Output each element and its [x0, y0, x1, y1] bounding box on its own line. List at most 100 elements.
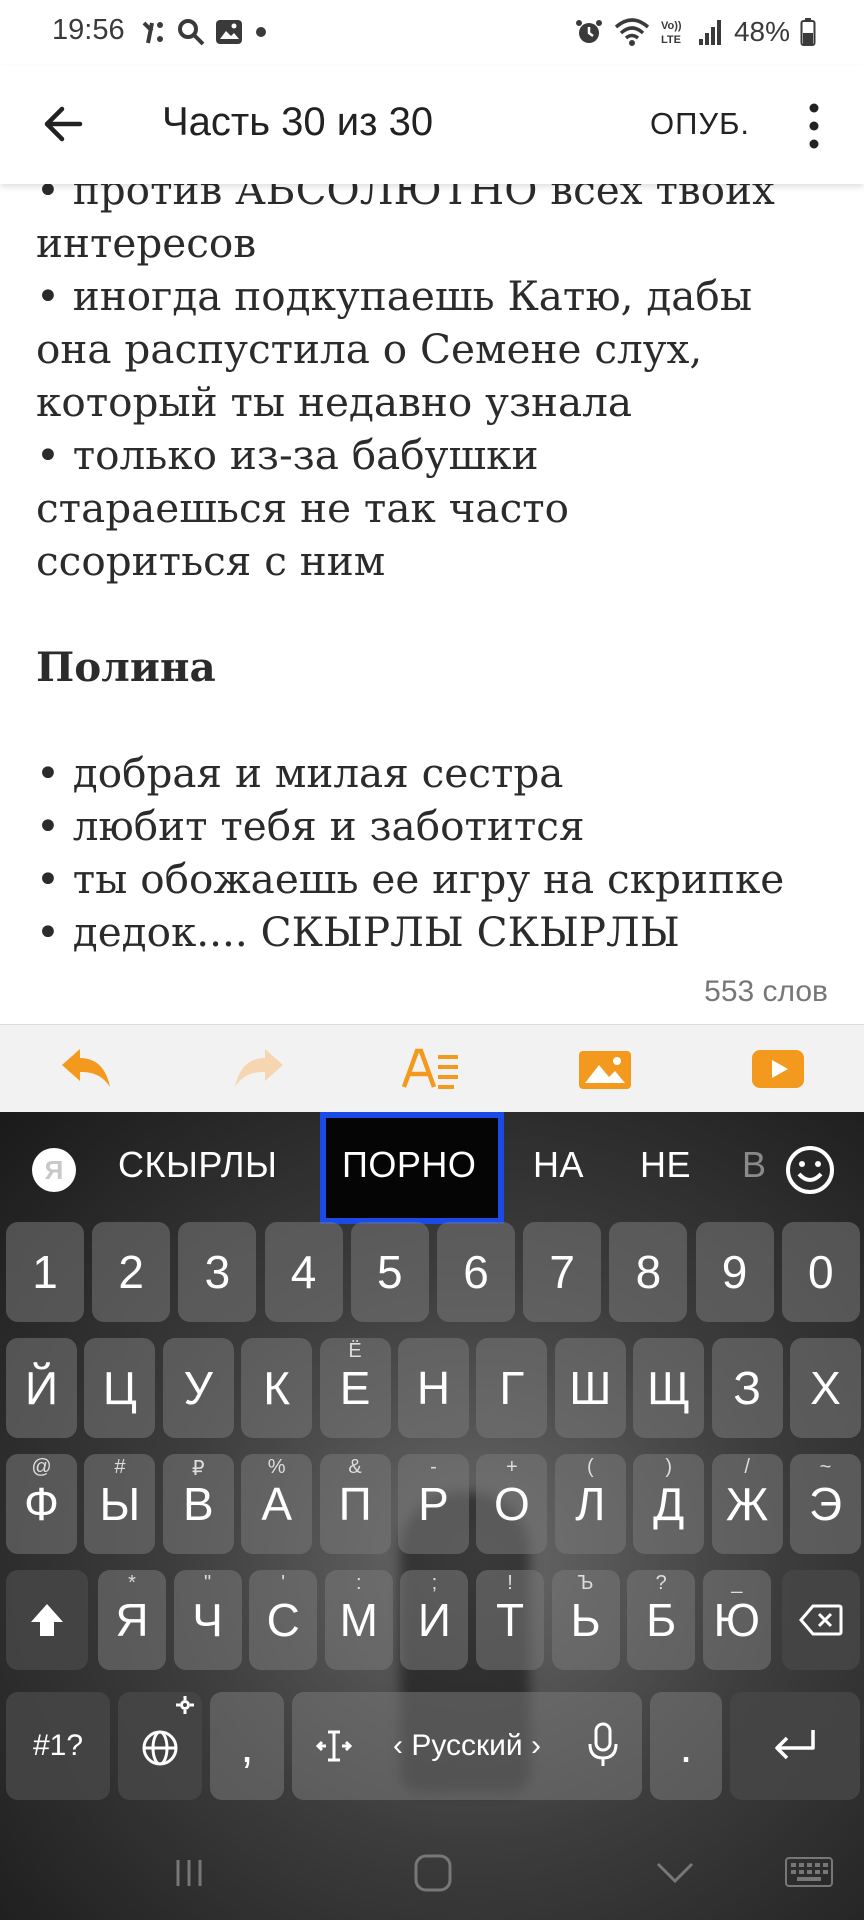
letter-key[interactable]: У: [162, 1338, 234, 1438]
text-format-button[interactable]: [346, 1025, 519, 1112]
text-line[interactable]: • ты обожаешь ее игру на скрипке: [36, 853, 784, 906]
key-6[interactable]: 6: [437, 1222, 515, 1322]
text-line[interactable]: • иногда подкупаешь Катю, дабы: [36, 270, 784, 323]
enter-key[interactable]: [730, 1692, 860, 1800]
text-body[interactable]: • против АБСОЛЮТНО всех твоих интересов • …: [36, 164, 784, 959]
letter-key[interactable]: ~ Э: [790, 1454, 861, 1554]
letter-key[interactable]: З: [711, 1338, 783, 1438]
letter-key[interactable]: ЪЬ: [551, 1570, 620, 1670]
key-label: Ц: [102, 1362, 137, 1414]
text-line[interactable]: [36, 694, 784, 747]
text-line[interactable]: • добрая и милая сестра: [36, 747, 784, 800]
key-label: К: [263, 1362, 291, 1414]
editor-content[interactable]: • против АБСОЛЮТНО всех твоих интересов • …: [0, 150, 864, 1020]
backspace-key[interactable]: [782, 1570, 860, 1670]
text-line[interactable]: интересов: [36, 217, 784, 270]
letter-key[interactable]: Х: [790, 1338, 861, 1438]
key-1[interactable]: 1: [6, 1222, 84, 1322]
text-line[interactable]: • любит тебя и заботится: [36, 800, 784, 853]
language-key[interactable]: [118, 1692, 202, 1800]
keyboard-switch-icon[interactable]: [782, 1848, 836, 1898]
letter-key[interactable]: " Ч: [173, 1570, 242, 1670]
key-label: 8: [635, 1246, 662, 1298]
letter-key[interactable]: :М: [324, 1570, 393, 1670]
insert-image-button[interactable]: [518, 1025, 691, 1112]
letter-key[interactable]: + О: [476, 1454, 548, 1554]
key-9[interactable]: 9: [695, 1222, 774, 1322]
letter-key[interactable]: (Л: [554, 1454, 626, 1554]
key-secondary-label: ;: [431, 1572, 438, 1594]
microphone-icon[interactable]: [586, 1722, 620, 1768]
letter-key[interactable]: * Я: [98, 1570, 166, 1670]
letter-key[interactable]: ' С: [249, 1570, 318, 1670]
insert-video-button[interactable]: [691, 1025, 864, 1112]
redo-icon: [231, 1047, 287, 1091]
letter-key[interactable]: ₽ В: [162, 1454, 234, 1554]
more-vert-icon[interactable]: [796, 96, 832, 156]
yandex-button[interactable]: Я: [32, 1148, 76, 1192]
text-line[interactable]: [36, 588, 784, 641]
text-line[interactable]: ссориться с ним: [36, 535, 784, 588]
letter-key[interactable]: / Ж: [711, 1454, 783, 1554]
globe-icon: [138, 1724, 182, 1768]
letter-key[interactable]: Ш: [554, 1338, 626, 1438]
letter-key[interactable]: Г: [476, 1338, 548, 1438]
key-4[interactable]: 4: [264, 1222, 343, 1322]
status-bar: 19:56 Vo)) LTE 48%: [0, 0, 864, 66]
key-secondary-label: Ё: [348, 1340, 362, 1362]
suggestion-3[interactable]: НА: [533, 1144, 584, 1186]
letter-key[interactable]: К: [241, 1338, 313, 1438]
battery-icon: [800, 17, 816, 47]
letter-key[interactable]: & П: [319, 1454, 391, 1554]
space-key[interactable]: ‹ Русский ›: [292, 1692, 642, 1800]
undo-button[interactable]: [0, 1025, 173, 1112]
text-line[interactable]: стараешься не так часто: [36, 482, 784, 535]
suggestion-2[interactable]: ПОРНО: [342, 1144, 476, 1186]
text-line[interactable]: она распустила о Семене слух,: [36, 323, 784, 376]
text-line[interactable]: • только из-за бабушки: [36, 429, 784, 482]
key-0[interactable]: 0: [781, 1222, 860, 1322]
back-arrow-icon[interactable]: [36, 96, 92, 152]
key-label: 7: [549, 1246, 575, 1298]
letter-key[interactable]: ЁЕ: [319, 1338, 391, 1438]
letter-key[interactable]: Н: [398, 1338, 469, 1438]
key-3[interactable]: 3: [178, 1222, 257, 1322]
symbols-key[interactable]: #1?: [6, 1692, 110, 1800]
letter-key[interactable]: _ Ю: [702, 1570, 771, 1670]
letter-key[interactable]: Й: [6, 1338, 77, 1438]
recent-apps-icon[interactable]: [164, 1848, 214, 1898]
suggestion-1[interactable]: СКЫРЛЫ: [118, 1144, 277, 1186]
emoji-icon[interactable]: [782, 1142, 838, 1198]
suggestion-5[interactable]: В: [742, 1144, 767, 1186]
key-label: М: [339, 1594, 378, 1646]
period-key[interactable]: .: [650, 1692, 722, 1800]
key-7[interactable]: 7: [523, 1222, 602, 1322]
text-line[interactable]: который ты недавно узнала: [36, 376, 784, 429]
publish-button[interactable]: ОПУБ.: [650, 106, 750, 142]
letter-key[interactable]: @ Ф: [6, 1454, 77, 1554]
redo-button[interactable]: [173, 1025, 346, 1112]
shift-key[interactable]: [6, 1570, 88, 1670]
letter-key[interactable]: Ц: [84, 1338, 156, 1438]
suggestion-4[interactable]: НЕ: [640, 1144, 691, 1186]
letter-key[interactable]: ? Б: [627, 1570, 696, 1670]
letter-key[interactable]: # Ы: [84, 1454, 156, 1554]
key-label: С: [266, 1594, 300, 1646]
hide-keyboard-icon[interactable]: [650, 1848, 700, 1898]
letter-key[interactable]: % А: [241, 1454, 313, 1554]
key-label: Р: [418, 1478, 449, 1530]
home-icon[interactable]: [408, 1848, 458, 1898]
key-secondary-label: %: [267, 1456, 286, 1478]
key-5[interactable]: 5: [350, 1222, 429, 1322]
key-2[interactable]: 2: [92, 1222, 171, 1322]
letter-key[interactable]: ) Д: [633, 1454, 705, 1554]
comma-key[interactable]: ,: [210, 1692, 284, 1800]
letter-key[interactable]: -Р: [398, 1454, 469, 1554]
letter-key[interactable]: ! Т: [476, 1570, 544, 1670]
letter-key[interactable]: Щ: [633, 1338, 705, 1438]
letter-key[interactable]: ; И: [400, 1570, 469, 1670]
text-line[interactable]: • дедок.... СКЫРЛЫ СКЫРЛЫ: [36, 906, 784, 959]
section-heading[interactable]: Полина: [36, 641, 784, 694]
key-8[interactable]: 8: [609, 1222, 688, 1322]
key-label: Ч: [192, 1594, 223, 1646]
